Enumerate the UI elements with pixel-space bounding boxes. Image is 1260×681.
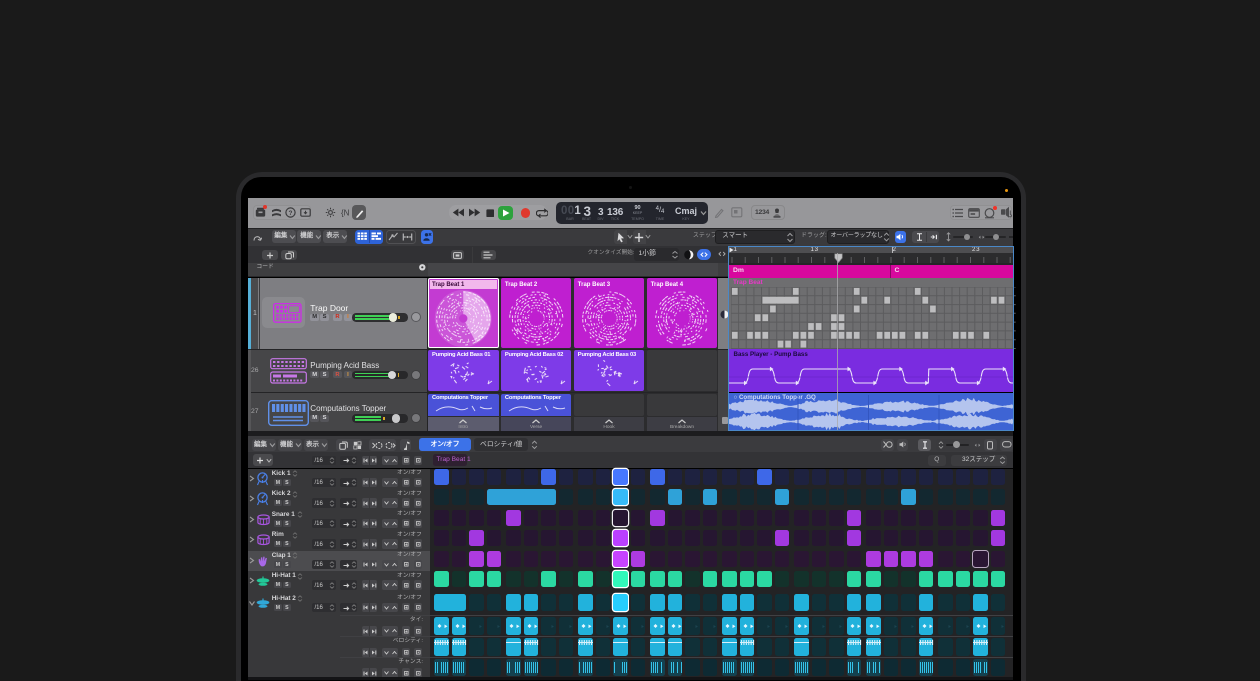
svg-text:?: ? (289, 210, 293, 217)
svg-text:{N: {N (341, 209, 350, 218)
